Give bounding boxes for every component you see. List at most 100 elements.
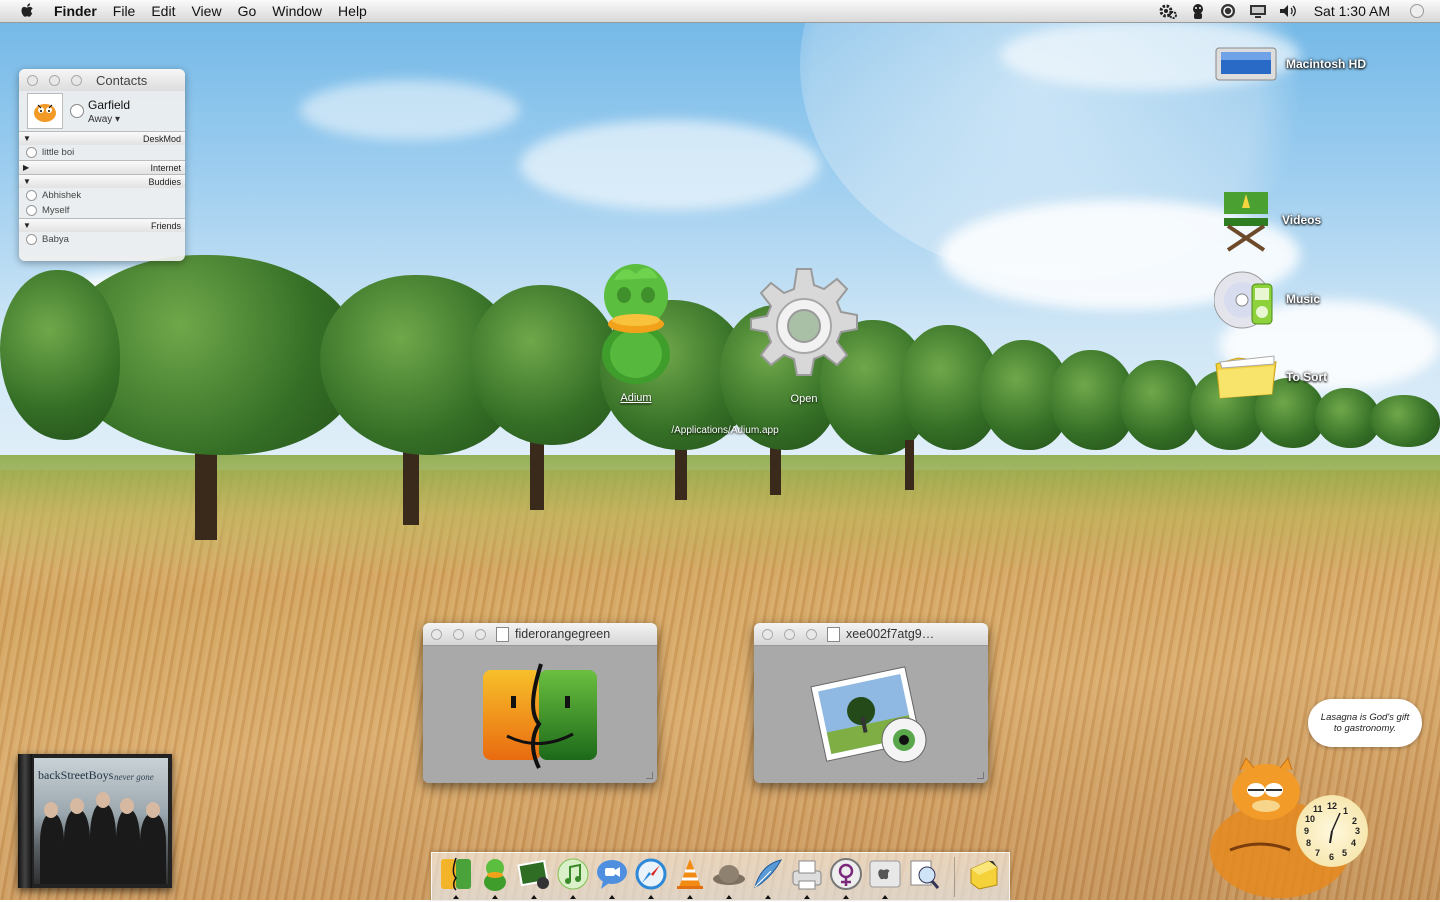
dock-item-vlc[interactable] (670, 857, 709, 899)
dock-item-printer[interactable] (787, 857, 826, 899)
album-art-widget[interactable]: backStreetBoys never gone (18, 754, 172, 888)
menu-window[interactable]: Window (272, 3, 322, 19)
clock-face[interactable]: 12 1 2 3 4 5 6 7 8 9 10 11 (1296, 795, 1368, 867)
garfield-quote-bubble[interactable]: Lasagna is God's gift to gastronomy. (1308, 699, 1422, 747)
spotlight-icon[interactable] (1410, 4, 1424, 18)
display-icon[interactable] (1248, 2, 1268, 20)
menu-help[interactable]: Help (338, 3, 367, 19)
album-artist: backStreetBoys (38, 768, 114, 782)
list-item[interactable]: Abhishek (19, 188, 185, 203)
ichat-icon (596, 860, 627, 889)
mail-icon (753, 859, 782, 888)
path-label: /Applications/Adium.app (671, 425, 779, 436)
close-button[interactable] (431, 628, 442, 640)
stickies-icon (970, 860, 997, 890)
group-header-internet[interactable]: ▶ Internet (19, 160, 185, 174)
macintosh-hd-label: Macintosh HD (1286, 57, 1367, 71)
group-header-buddies[interactable]: ▼ Buddies (19, 174, 185, 188)
disclosure-down-icon[interactable]: ▼ (23, 134, 31, 143)
list-item[interactable]: Myself (19, 203, 185, 218)
sync-icon[interactable] (1218, 2, 1238, 20)
quote-line-1: Lasagna is God's gift (1320, 712, 1410, 723)
adium-status-icon[interactable] (1188, 2, 1208, 20)
menu-view[interactable]: View (191, 3, 221, 19)
to-sort-folder[interactable]: To Sort (1214, 354, 1327, 400)
preview-icon[interactable] (806, 660, 936, 770)
open-label: Open (790, 393, 818, 405)
disclosure-down-icon[interactable]: ▼ (23, 221, 31, 230)
minimize-button[interactable] (49, 74, 60, 86)
dock (431, 852, 1010, 902)
macintosh-hd-icon[interactable]: Macintosh HD (1214, 44, 1366, 84)
contacts-titlebar[interactable]: Contacts (19, 69, 185, 91)
dock-item-apple[interactable] (865, 857, 904, 899)
cd-ipod-icon (1214, 271, 1273, 329)
menu-app-name[interactable]: Finder (54, 3, 97, 19)
disclosure-down-icon[interactable]: ▼ (23, 177, 31, 186)
contacts-title: Contacts (96, 72, 148, 88)
music-label: Music (1286, 292, 1321, 306)
my-account: Garfield Away ▾ (19, 91, 185, 131)
menu-extras: Sat 1:30 AM (1158, 0, 1440, 22)
contacts-window: Contacts Garfield Away ▾ ▼ DeskMod little… (19, 69, 185, 261)
disclosure-right-icon[interactable]: ▶ (23, 163, 29, 172)
dock-item-ichat[interactable] (592, 857, 631, 899)
videos-folder[interactable]: Videos (1218, 188, 1321, 252)
my-name[interactable]: Garfield (88, 98, 130, 112)
status-icon (26, 205, 37, 216)
safari-icon (635, 858, 666, 890)
dock-item-camino[interactable] (709, 857, 748, 899)
music-folder[interactable]: Music (1214, 268, 1320, 330)
status-icon (26, 147, 37, 158)
document-icon (827, 626, 840, 642)
window-content (423, 646, 657, 783)
finder-icon[interactable] (481, 660, 599, 770)
zoom-button[interactable] (475, 628, 486, 640)
hard-drive-icon (1215, 47, 1277, 81)
volume-icon[interactable] (1278, 2, 1298, 20)
dock-item-adium[interactable] (475, 857, 514, 899)
list-item[interactable]: little boi (19, 145, 185, 160)
resize-grip[interactable] (646, 772, 653, 779)
preview-icon (910, 860, 939, 889)
menu-go[interactable]: Go (238, 3, 257, 19)
avatar[interactable] (27, 93, 63, 129)
menu-file[interactable]: File (113, 3, 136, 19)
menu-clock[interactable]: Sat 1:30 AM (1314, 3, 1390, 19)
dock-item-preview[interactable] (904, 857, 943, 897)
gear-icon[interactable] (1158, 2, 1178, 20)
dock-item-stickies[interactable] (964, 857, 1003, 897)
document-icon (496, 626, 509, 642)
minimize-button[interactable] (453, 628, 464, 640)
list-item[interactable]: Babya (19, 232, 185, 247)
zoom-button[interactable] (806, 628, 817, 640)
group-header-friends[interactable]: ▼ Friends (19, 218, 185, 232)
resize-grip[interactable] (977, 772, 984, 779)
dock-item-safari[interactable] (631, 857, 670, 899)
status-icon (26, 234, 37, 245)
folder-icon (1215, 355, 1277, 399)
open-desktop-icon[interactable]: Open (743, 265, 865, 405)
dock-item-photo[interactable] (514, 857, 553, 899)
close-button[interactable] (27, 74, 38, 86)
window-titlebar[interactable]: fiderorangegreen (423, 623, 657, 646)
director-chair-icon (1224, 192, 1268, 252)
to-sort-label: To Sort (1286, 370, 1328, 384)
status-menu[interactable]: Away ▾ (88, 114, 130, 125)
minimize-button[interactable] (784, 628, 795, 640)
dock-item-mail[interactable] (748, 857, 787, 899)
album-cover: backStreetBoys never gone (34, 758, 168, 884)
close-button[interactable] (762, 628, 773, 640)
dock-item-finder[interactable] (436, 857, 475, 899)
window-titlebar[interactable]: xee002f7atg9… (754, 623, 988, 646)
album-title: never gone (114, 772, 154, 782)
finder-icon (440, 857, 471, 891)
zoom-button[interactable] (71, 74, 82, 86)
clock-hands-icon (1329, 812, 1341, 844)
adium-desktop-icon[interactable]: Adium (594, 262, 678, 404)
group-header-deskmod[interactable]: ▼ DeskMod (19, 131, 185, 145)
dock-item-system-prefs[interactable] (826, 857, 865, 899)
dock-item-itunes[interactable] (553, 857, 592, 899)
apple-menu-icon[interactable] (20, 3, 36, 19)
menu-edit[interactable]: Edit (151, 3, 175, 19)
